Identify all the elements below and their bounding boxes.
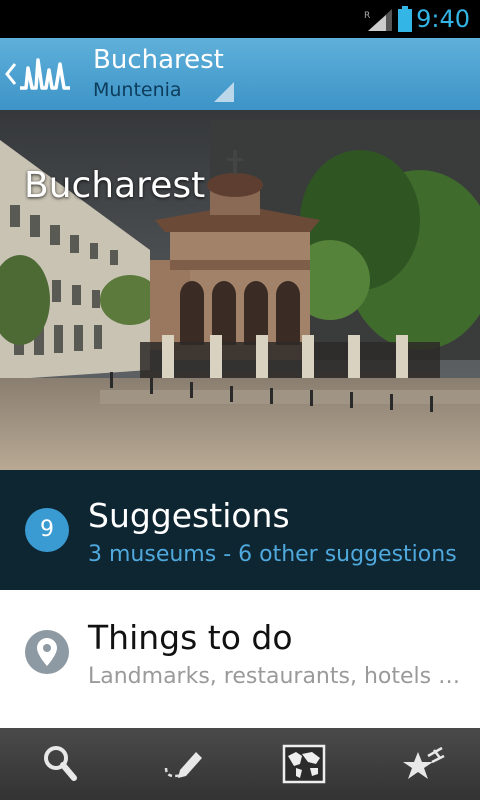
- list-continuation: [0, 714, 480, 728]
- favorites-star-icon: [403, 746, 445, 779]
- tab-search[interactable]: [0, 728, 120, 800]
- suggestions-title: Suggestions: [88, 496, 290, 535]
- back-chevron-icon[interactable]: [4, 60, 18, 88]
- hero-image: Bucharest: [0, 110, 480, 470]
- suggestions-row[interactable]: 9 Suggestions 3 museums - 6 other sugges…: [0, 470, 480, 590]
- things-to-do-subtitle: Landmarks, restaurants, hotels …: [88, 664, 461, 689]
- status-time: 9:40: [416, 5, 470, 33]
- things-to-do-row[interactable]: Things to do Landmarks, restaurants, hot…: [0, 590, 480, 715]
- action-bar: Bucharest Muntenia: [0, 38, 480, 112]
- svg-text:R: R: [364, 11, 370, 21]
- dropdown-indicator-icon[interactable]: [214, 82, 234, 102]
- tab-favorites[interactable]: [360, 728, 480, 800]
- signal-icon: R: [364, 9, 392, 31]
- suggestion-count-badge: 9: [25, 508, 69, 552]
- world-map-icon: [282, 744, 326, 784]
- tab-notes[interactable]: [120, 728, 240, 800]
- hero-title: Bucharest: [24, 165, 206, 206]
- search-icon: [44, 746, 77, 781]
- location-pin-icon: [25, 630, 69, 674]
- battery-icon: [398, 6, 412, 32]
- bottom-tab-bar: [0, 728, 480, 800]
- city-title[interactable]: Bucharest: [93, 44, 224, 76]
- tab-map[interactable]: [240, 728, 360, 800]
- suggestions-subtitle: 3 museums - 6 other suggestions: [88, 542, 457, 567]
- notes-pencil-icon: [164, 752, 202, 778]
- app-logo-icon[interactable]: [18, 52, 72, 96]
- status-bar: R 9:40: [0, 0, 480, 38]
- region-subtitle[interactable]: Muntenia: [93, 78, 182, 102]
- things-to-do-title: Things to do: [88, 618, 293, 657]
